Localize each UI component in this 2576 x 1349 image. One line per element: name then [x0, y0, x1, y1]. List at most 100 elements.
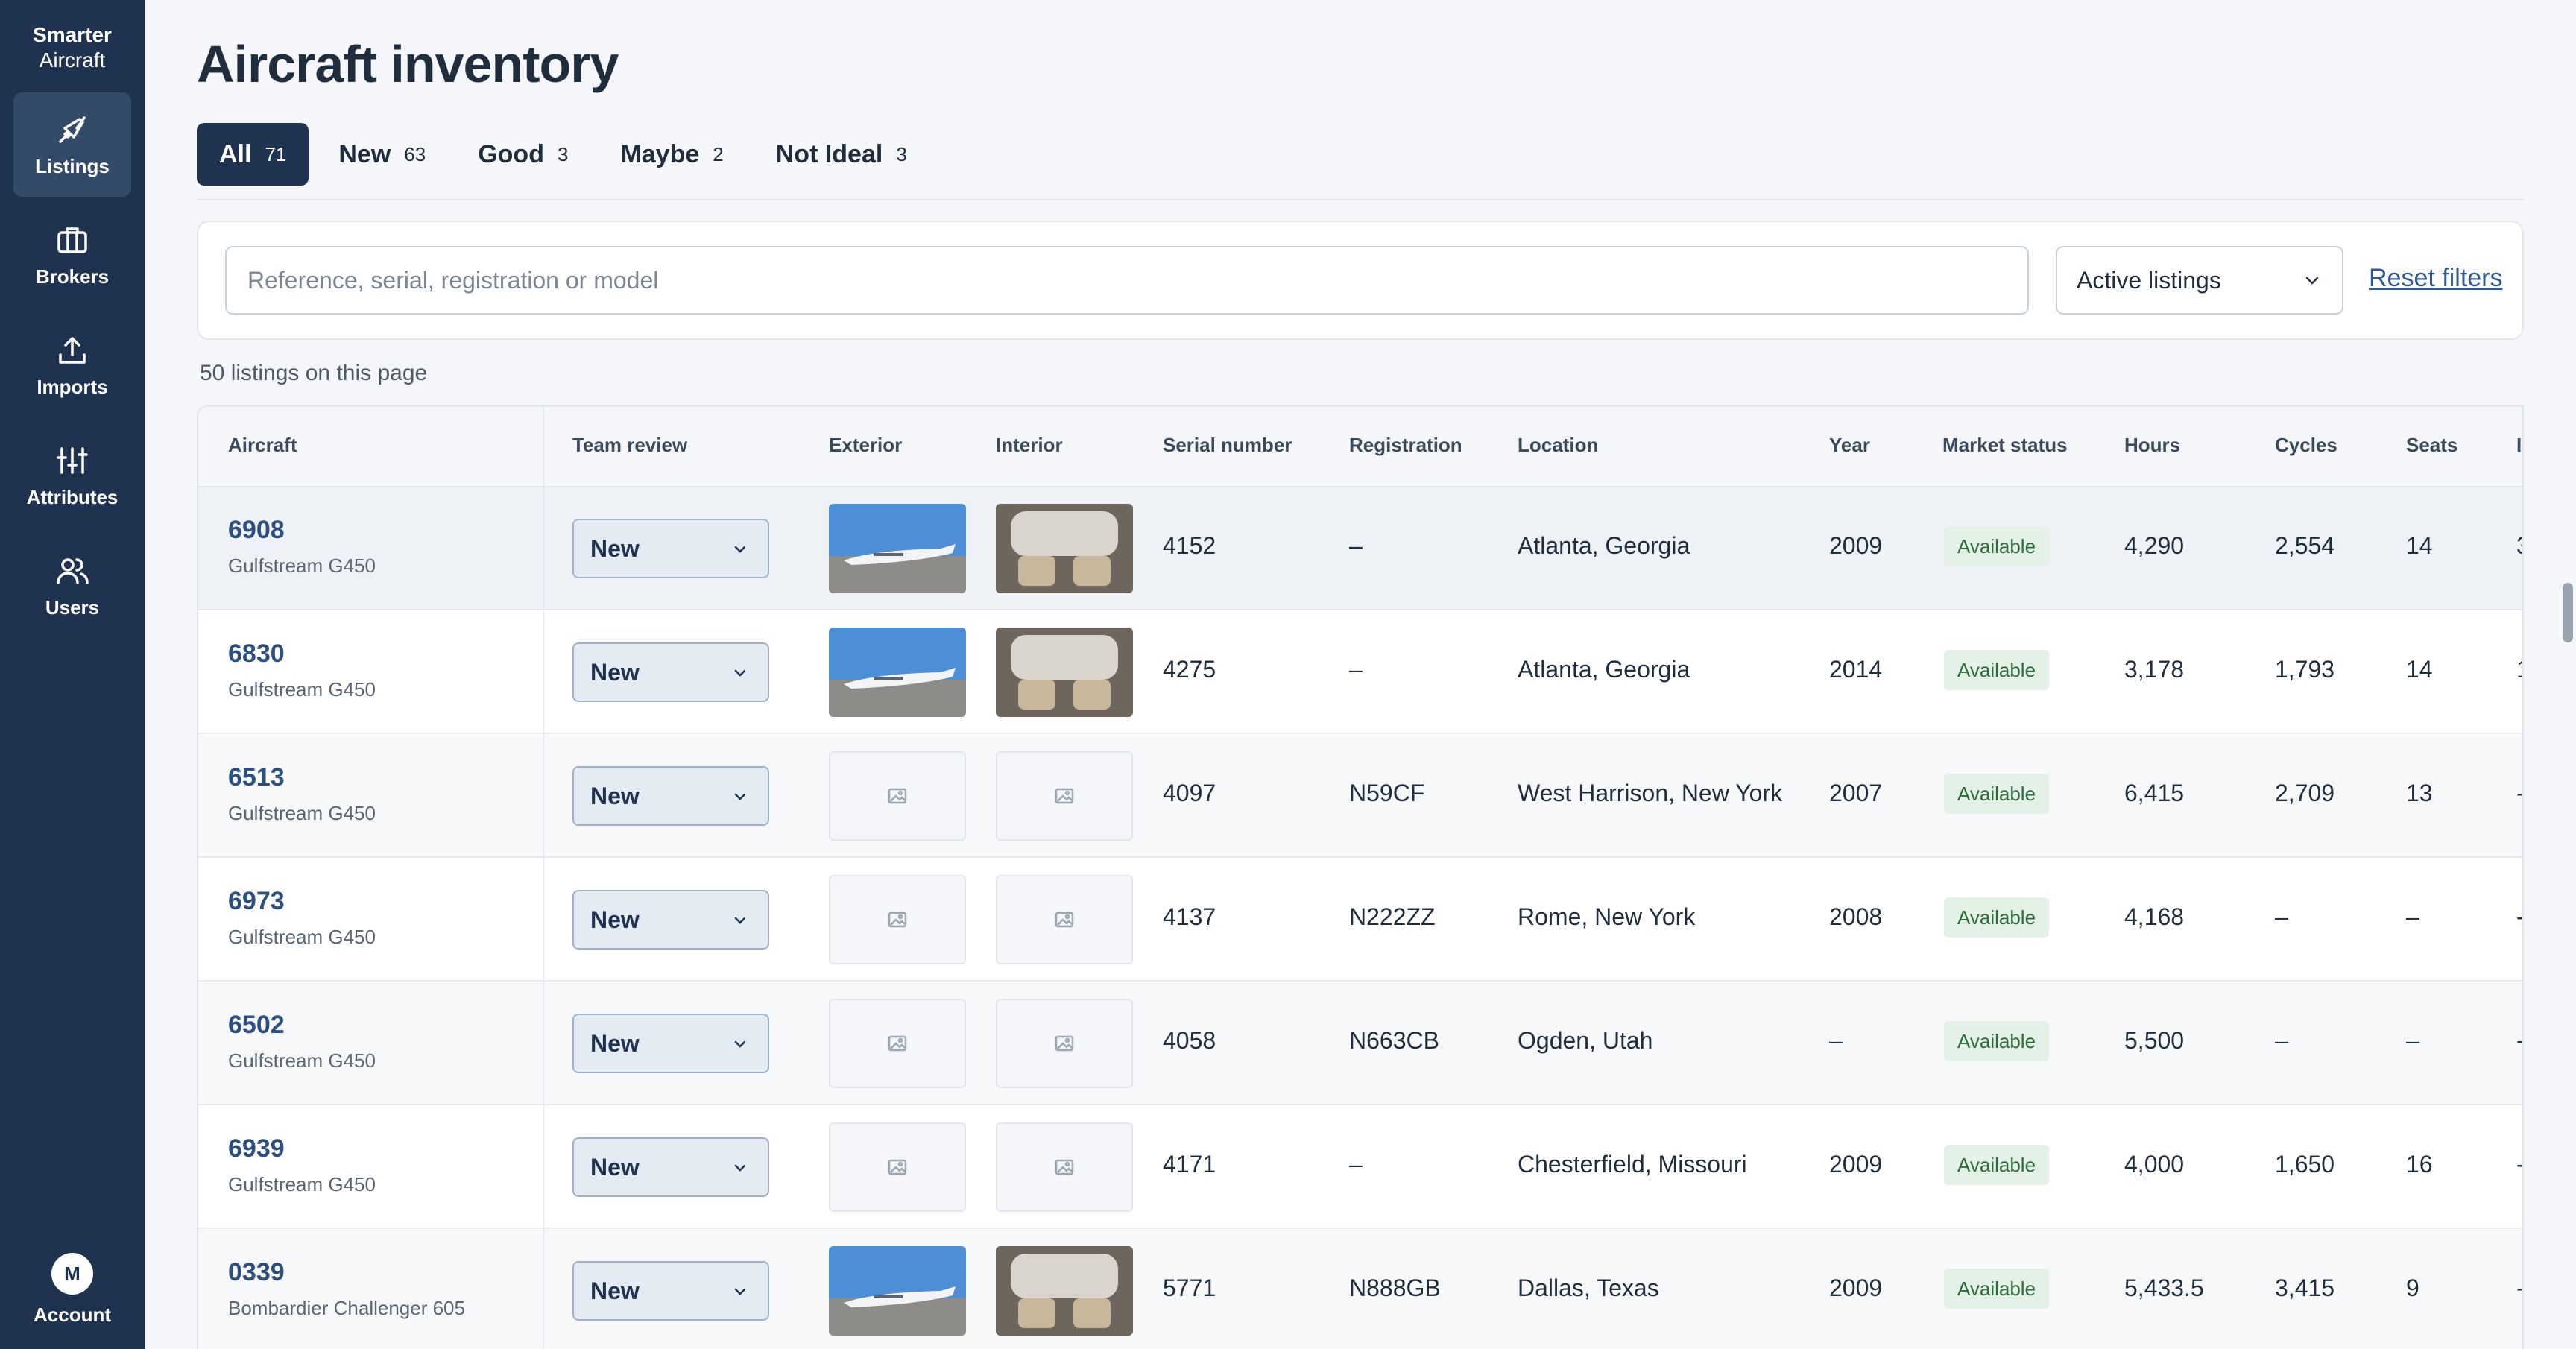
team-review-select[interactable]: New	[572, 1137, 769, 1197]
sidebar-item-attributes[interactable]: Attributes	[13, 423, 131, 528]
column-header-aircraft[interactable]: Aircraft	[228, 434, 297, 457]
tab-count: 63	[404, 142, 426, 165]
column-header-interior[interactable]: Interior	[996, 434, 1063, 457]
column-header-location[interactable]: Location	[1518, 434, 1598, 457]
interior-thumbnail-empty	[996, 875, 1133, 964]
column-header-extra[interactable]: I	[2516, 434, 2522, 457]
aircraft-reference-link[interactable]: 6830	[228, 639, 285, 669]
interior-thumbnail[interactable]	[996, 628, 1133, 717]
table-row[interactable]: 0339 Bombardier Challenger 605 New 5771 N888…	[198, 1230, 2524, 1349]
seats: 16	[2406, 1151, 2433, 1178]
chevron-down-icon	[734, 793, 746, 800]
year: 2009	[1829, 532, 1883, 559]
listing-count: 50 listings on this page	[200, 361, 428, 385]
column-header-serial[interactable]: Serial number	[1163, 434, 1292, 457]
briefcase-icon	[57, 227, 87, 253]
table-row[interactable]: 6502 Gulfstream G450 New 4058 N663CB Ogden, U…	[198, 982, 2522, 1105]
image-placeholder-icon	[1055, 912, 1074, 928]
column-header-exterior[interactable]: Exterior	[829, 434, 902, 457]
location: Dallas, Texas	[1518, 1274, 1659, 1301]
scrollbar-thumb[interactable]	[2563, 583, 2573, 642]
location: Atlanta, Georgia	[1518, 656, 1690, 683]
brand-logo[interactable]: Smarter Aircraft	[33, 22, 112, 73]
aircraft-reference-link[interactable]: 6939	[228, 1134, 285, 1163]
tab-label: Not Ideal	[775, 139, 883, 168]
column-header-market-status[interactable]: Market status	[1942, 434, 2068, 457]
hours: 4,000	[2124, 1151, 2185, 1178]
seats: 13	[2406, 780, 2433, 806]
tab-maybe[interactable]: Maybe 2	[598, 123, 745, 186]
team-review-select[interactable]: New	[572, 1014, 769, 1073]
tab-new[interactable]: New 63	[316, 123, 448, 186]
column-header-review[interactable]: Team review	[572, 434, 687, 457]
column-header-seats[interactable]: Seats	[2406, 434, 2457, 457]
serial-number: 4152	[1163, 532, 1216, 559]
table-row[interactable]: 6939 Gulfstream G450 New 4171 – Chesterfield,…	[198, 1106, 2522, 1229]
interior-thumbnail[interactable]	[996, 504, 1133, 593]
exterior-thumbnail[interactable]	[829, 1246, 966, 1336]
table-row[interactable]: 6513 Gulfstream G450 New 4097 N59CF West Harr…	[198, 735, 2522, 858]
location: Atlanta, Georgia	[1518, 532, 1690, 559]
image-placeholder-icon	[1055, 1035, 1074, 1052]
aircraft-model: Bombardier Challenger 605	[228, 1297, 465, 1319]
sliders-icon	[57, 446, 88, 474]
team-review-select[interactable]: New	[572, 1261, 769, 1321]
tab-not-ideal[interactable]: Not Ideal 3	[754, 123, 929, 186]
exterior-thumbnail[interactable]	[829, 628, 966, 717]
hours: 3,178	[2124, 656, 2185, 683]
aircraft-reference-link[interactable]: 6973	[228, 887, 285, 916]
review-value: New	[590, 534, 640, 562]
sidebar-item-brokers[interactable]: Brokers	[13, 203, 131, 307]
sidebar-nav: Listings Brokers Imports Attributes User…	[0, 92, 145, 644]
year: 2007	[1829, 780, 1883, 806]
sidebar-item-listings[interactable]: Listings	[13, 92, 131, 197]
tab-count: 3	[896, 142, 907, 165]
team-review-select[interactable]: New	[572, 642, 769, 702]
chevron-down-icon	[734, 917, 746, 924]
chevron-down-icon	[734, 669, 746, 677]
image-placeholder-icon	[1055, 788, 1074, 804]
registration: –	[1349, 656, 1363, 683]
account-menu[interactable]: M Account	[0, 1253, 145, 1327]
location: Chesterfield, Missouri	[1518, 1151, 1747, 1178]
column-header-hours[interactable]: Hours	[2124, 434, 2180, 457]
team-review-select[interactable]: New	[572, 519, 769, 578]
aircraft-reference-link[interactable]: 6908	[228, 516, 285, 545]
column-header-year[interactable]: Year	[1829, 434, 1870, 457]
interior-photo	[996, 504, 1133, 593]
interior-thumbnail[interactable]	[996, 1246, 1133, 1336]
reset-filters-link[interactable]: Reset filters	[2369, 264, 2503, 293]
avatar: M	[51, 1253, 93, 1295]
exterior-photo	[829, 628, 966, 717]
main-content: Aircraft inventory All 71 New 63 Good 3 May…	[145, 0, 2576, 1349]
column-header-registration[interactable]: Registration	[1349, 434, 1462, 457]
exterior-thumbnail[interactable]	[829, 504, 966, 593]
review-value: New	[590, 1277, 640, 1304]
users-icon	[57, 557, 89, 584]
tab-all[interactable]: All 71	[197, 123, 309, 186]
sidebar-item-users[interactable]: Users	[13, 534, 131, 638]
interior-thumbnail-empty	[996, 1122, 1133, 1212]
team-review-select[interactable]: New	[572, 766, 769, 826]
team-review-select[interactable]: New	[572, 890, 769, 950]
column-header-cycles[interactable]: Cycles	[2275, 434, 2337, 457]
tab-count: 3	[557, 142, 569, 165]
sidebar-item-imports[interactable]: Imports	[13, 313, 131, 417]
search-input[interactable]	[225, 246, 2029, 315]
aircraft-reference-link[interactable]: 6513	[228, 763, 285, 792]
listing-status-select[interactable]: Active listings	[2056, 246, 2343, 315]
cycles: 2,709	[2275, 780, 2335, 806]
sidebar-item-label: Imports	[37, 375, 108, 398]
aircraft-reference-link[interactable]: 0339	[228, 1258, 285, 1287]
aircraft-reference-link[interactable]: 6502	[228, 1011, 285, 1040]
tab-good[interactable]: Good 3	[455, 123, 590, 186]
status-badge: Available	[1944, 774, 2050, 814]
extra-column-value: -	[2516, 1274, 2524, 1301]
exterior-photo	[829, 504, 966, 593]
table-row[interactable]: 6908 Gulfstream G450 New 4152 – Atlanta, Geor…	[198, 487, 2522, 610]
cycles: 1,650	[2275, 1151, 2335, 1178]
table-row[interactable]: 6973 Gulfstream G450 New 4137 N222ZZ Rome, Ne…	[198, 859, 2522, 982]
table-row[interactable]: 6830 Gulfstream G450 New 4275 – Atlanta, Geor…	[198, 611, 2522, 734]
registration: –	[1349, 1151, 1363, 1178]
extra-column-value: 3	[2516, 532, 2522, 560]
